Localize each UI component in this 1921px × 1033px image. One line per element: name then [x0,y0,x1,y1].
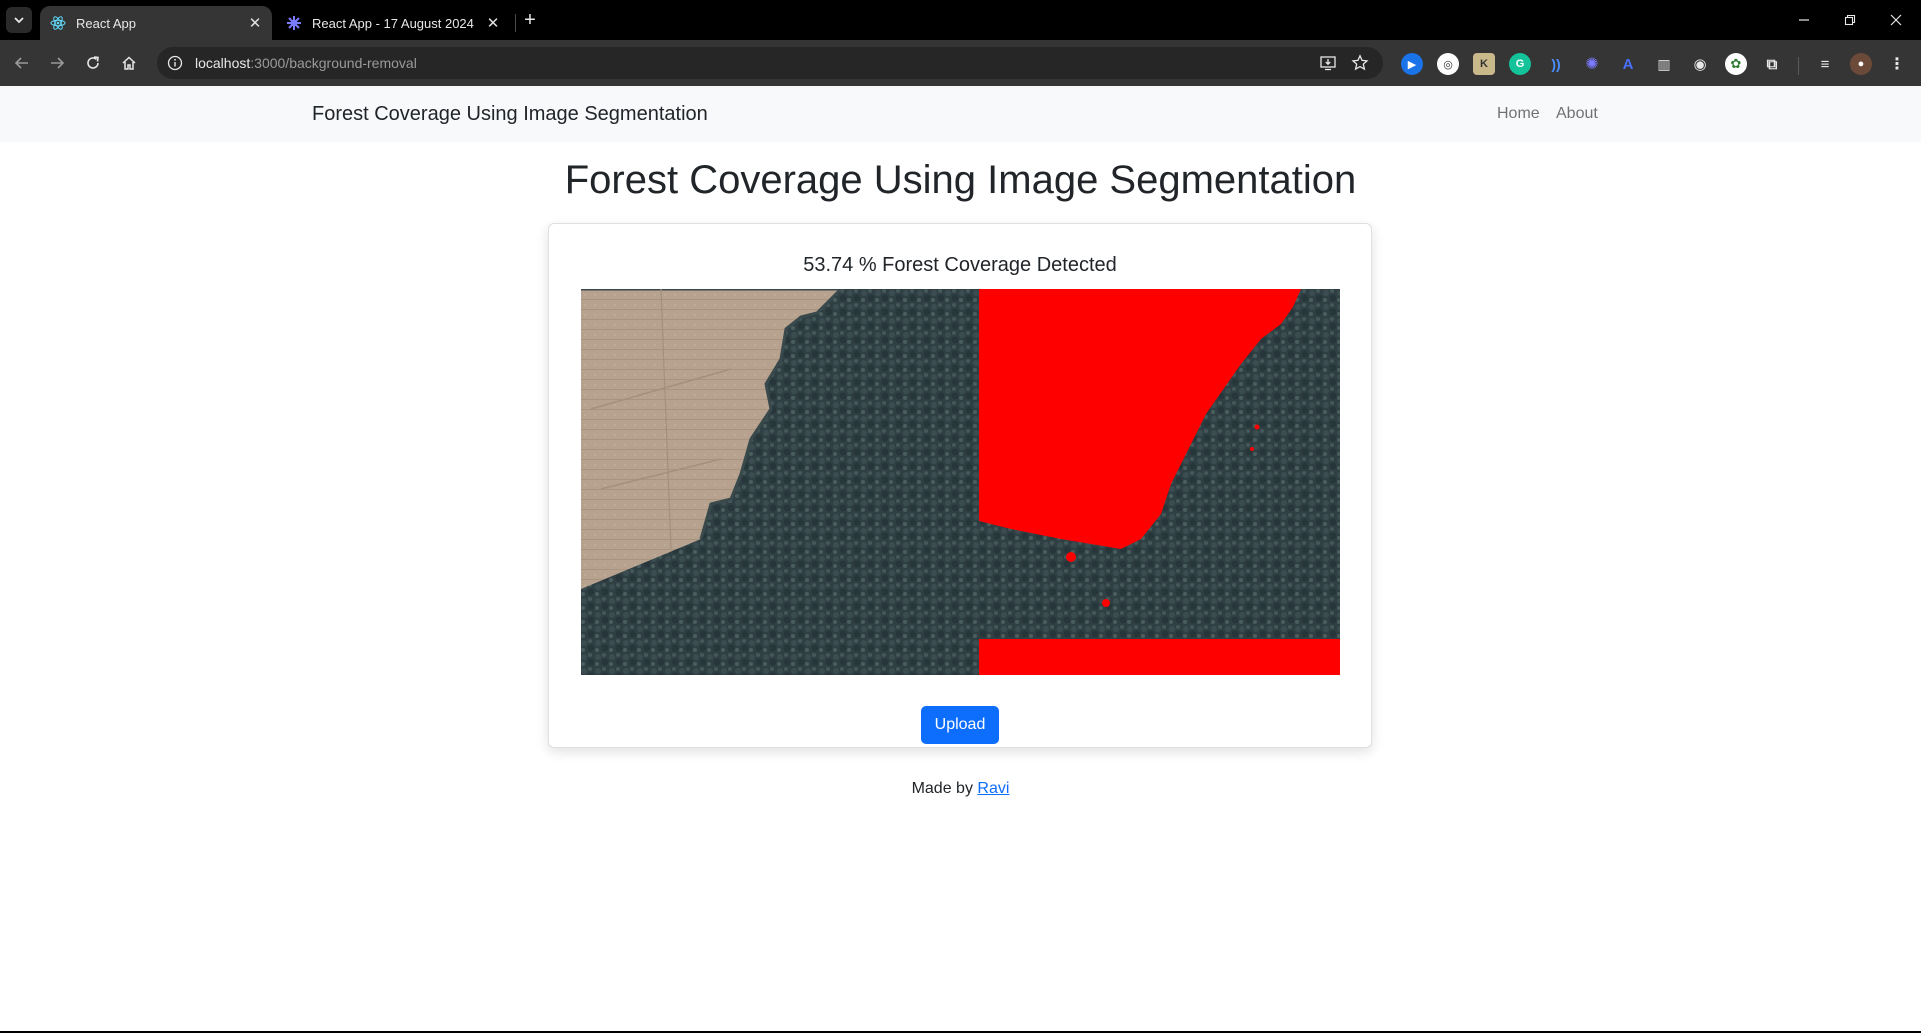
grammarly-icon[interactable]: G [1509,53,1531,75]
site-info-icon[interactable] [167,55,183,71]
more-menu-icon[interactable]: ⋮ [1886,53,1908,75]
chevron-down-icon [14,17,24,24]
close-icon[interactable]: ✕ [482,12,504,34]
coverage-result-text: 53.74 % Forest Coverage Detected [803,254,1117,276]
tab-divider [515,14,516,32]
gear-star-icon [286,15,302,31]
footer-made-by: Made by [911,780,973,797]
url-path: :3000/background-removal [250,55,417,71]
extensions-puzzle-icon[interactable]: ⧉ [1761,53,1783,75]
address-bar[interactable]: localhost:3000/background-removal [157,47,1383,79]
author-link[interactable]: Ravi [977,780,1009,797]
result-card: 53.74 % Forest Coverage Detected Upload [548,223,1372,748]
new-tab-plus-icon[interactable]: + [518,8,542,32]
site-navbar: Forest Coverage Using Image Segmentation… [0,86,1921,142]
footer: Made by Ravi [0,780,1921,798]
profile-avatar-icon[interactable]: ● [1850,53,1872,75]
url-text: localhost:3000/background-removal [195,55,417,71]
tab-react-app[interactable]: React App ✕ [40,6,272,40]
close-icon[interactable]: ✕ [244,12,266,34]
install-app-icon[interactable] [1318,53,1338,73]
tab-search-button[interactable] [6,7,32,33]
extension-play-icon[interactable]: ▶ [1401,53,1423,75]
navbar-brand[interactable]: Forest Coverage Using Image Segmentation [312,86,708,142]
toolbar-separator [1798,57,1799,75]
upload-button[interactable]: Upload [921,706,999,744]
minimize-icon[interactable] [1781,0,1827,40]
home-icon[interactable] [115,49,143,77]
url-host: localhost [195,55,251,71]
extension-target-icon[interactable]: ◉ [1689,53,1711,75]
extension-gear-icon[interactable]: ✺ [1581,53,1603,75]
web-page: Forest Coverage Using Image Segmentation… [0,86,1921,1033]
extension-k-icon[interactable]: K [1473,53,1495,75]
window-close-icon[interactable] [1873,0,1919,40]
tab-react-app-august[interactable]: React App - 17 August 2024 ✕ [276,6,510,40]
browser-tabstrip: React App ✕ React App - 17 August 2024 ✕… [0,0,1921,40]
extension-wave-icon[interactable]: )) [1545,53,1567,75]
restore-icon[interactable] [1827,0,1873,40]
browser-toolbar: localhost:3000/background-removal ▶ ◎ K … [0,40,1921,86]
bookmark-star-icon[interactable] [1350,53,1370,73]
tab-label: React App [76,15,136,31]
nav-link-home[interactable]: Home [1497,86,1540,142]
segmentation-result-image [581,289,1340,675]
media-queue-icon[interactable]: ≡ [1814,53,1836,75]
extension-globe-icon[interactable]: ✿ [1725,53,1747,75]
back-icon[interactable] [8,49,36,77]
react-icon [50,15,66,31]
page-title: Forest Coverage Using Image Segmentation [564,158,1357,202]
tab-label: React App - 17 August 2024 [312,15,474,31]
nav-link-about[interactable]: About [1556,86,1598,142]
extension-a-icon[interactable]: A [1617,53,1639,75]
forward-icon[interactable] [43,49,71,77]
extension-circle-icon[interactable]: ◎ [1437,53,1459,75]
reload-icon[interactable] [79,49,107,77]
extension-trash-icon[interactable]: ▥ [1653,53,1675,75]
